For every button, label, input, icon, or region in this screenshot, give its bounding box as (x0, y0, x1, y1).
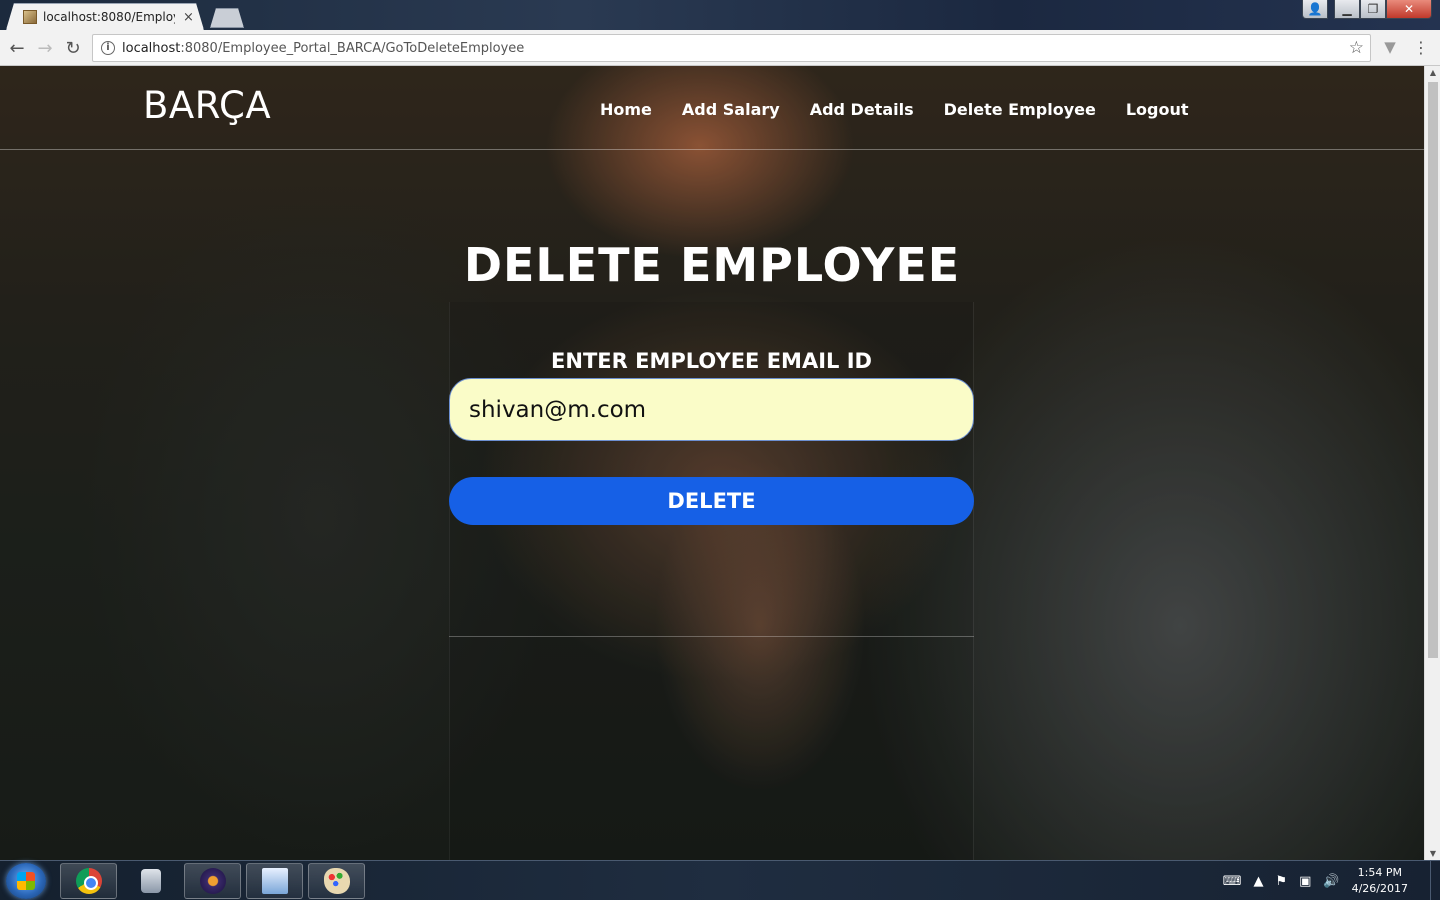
taskbar-app-chrome[interactable] (60, 863, 117, 899)
page-viewport: BARÇA Home Add Salary Add Details Delete… (0, 66, 1424, 860)
bookmark-star-icon[interactable]: ☆ (1349, 38, 1364, 58)
browser-titlebar: localhost:8080/Employee × 👤 ▁ ❐ ✕ (0, 0, 1440, 30)
network-icon[interactable]: ▣ (1299, 874, 1311, 889)
extension-icon[interactable]: ▼ (1381, 38, 1399, 56)
tab-close-icon[interactable]: × (183, 10, 194, 25)
main-nav: Home Add Salary Add Details Delete Emplo… (600, 100, 1219, 119)
clock-date: 4/26/2017 (1351, 882, 1408, 895)
eclipse-icon (199, 868, 226, 894)
profile-button[interactable]: 👤 (1302, 0, 1328, 19)
nav-add-details[interactable]: Add Details (810, 100, 914, 119)
windows-logo-icon (17, 872, 35, 890)
browser-tab[interactable]: localhost:8080/Employee × (6, 3, 204, 30)
nav-add-salary[interactable]: Add Salary (682, 100, 780, 119)
email-input[interactable] (449, 378, 974, 441)
action-center-flag-icon[interactable]: ⚑ (1275, 874, 1287, 889)
url-text[interactable]: localhost:8080/Employee_Portal_BARCA/GoT… (122, 41, 1349, 56)
header-divider (0, 149, 1424, 150)
address-bar[interactable]: i localhost:8080/Employee_Portal_BARCA/G… (92, 34, 1371, 62)
scroll-down-icon[interactable]: ▼ (1425, 849, 1440, 858)
database-icon (140, 869, 161, 893)
url-path: :8080/Employee_Portal_BARCA/GoToDeleteEm… (180, 40, 525, 56)
nav-home[interactable]: Home (600, 100, 652, 119)
page-scrollbar[interactable]: ▲ ▼ (1424, 66, 1440, 860)
minimize-button[interactable]: ▁ (1334, 0, 1360, 19)
forward-arrow-icon[interactable]: → (33, 36, 57, 60)
back-arrow-icon[interactable]: ← (5, 36, 29, 60)
url-host: localhost (122, 40, 181, 56)
nav-delete-employee[interactable]: Delete Employee (944, 100, 1096, 119)
site-info-icon[interactable]: i (101, 41, 115, 55)
system-tray: ⌨ ▲ ⚑ ▣ 🔊 1:54 PM 4/26/2017 (1223, 861, 1440, 900)
start-button[interactable] (6, 863, 46, 899)
windows-taskbar: ⌨ ▲ ⚑ ▣ 🔊 1:54 PM 4/26/2017 (0, 860, 1440, 900)
scroll-up-icon[interactable]: ▲ (1425, 68, 1440, 77)
taskbar-app-database[interactable] (122, 863, 179, 899)
taskbar-app-paint[interactable] (308, 863, 365, 899)
chrome-icon (75, 868, 102, 894)
email-field-label: ENTER EMPLOYEE EMAIL ID (551, 349, 872, 373)
scrollbar-thumb[interactable] (1428, 82, 1438, 658)
keyboard-icon[interactable]: ⌨ (1223, 874, 1242, 889)
tab-title: localhost:8080/Employee (43, 10, 175, 24)
taskbar-app-file-manager[interactable] (246, 863, 303, 899)
site-logo[interactable]: BARÇA (143, 84, 271, 127)
panel-divider (449, 636, 974, 637)
browser-menu-icon[interactable]: ⋮ (1412, 38, 1430, 58)
volume-icon[interactable]: 🔊 (1323, 874, 1339, 889)
maximize-button[interactable]: ❐ (1360, 0, 1386, 19)
paint-icon (323, 868, 350, 894)
delete-button[interactable]: DELETE (449, 477, 974, 525)
tray-expand-icon[interactable]: ▲ (1253, 874, 1263, 889)
taskbar-app-eclipse[interactable] (184, 863, 241, 899)
show-desktop-button[interactable] (1430, 861, 1440, 900)
browser-toolbar: ← → ↻ i localhost:8080/Employee_Portal_B… (0, 30, 1440, 66)
system-clock[interactable]: 1:54 PM 4/26/2017 (1352, 865, 1408, 897)
new-tab-button[interactable] (210, 8, 244, 28)
close-window-button[interactable]: ✕ (1386, 0, 1432, 19)
file-manager-icon (261, 868, 288, 894)
page-title: DELETE EMPLOYEE (463, 238, 961, 292)
clock-time: 1:54 PM (1357, 866, 1402, 879)
page-favicon-icon (23, 10, 37, 24)
nav-logout[interactable]: Logout (1126, 100, 1189, 119)
reload-icon[interactable]: ↻ (61, 36, 85, 60)
